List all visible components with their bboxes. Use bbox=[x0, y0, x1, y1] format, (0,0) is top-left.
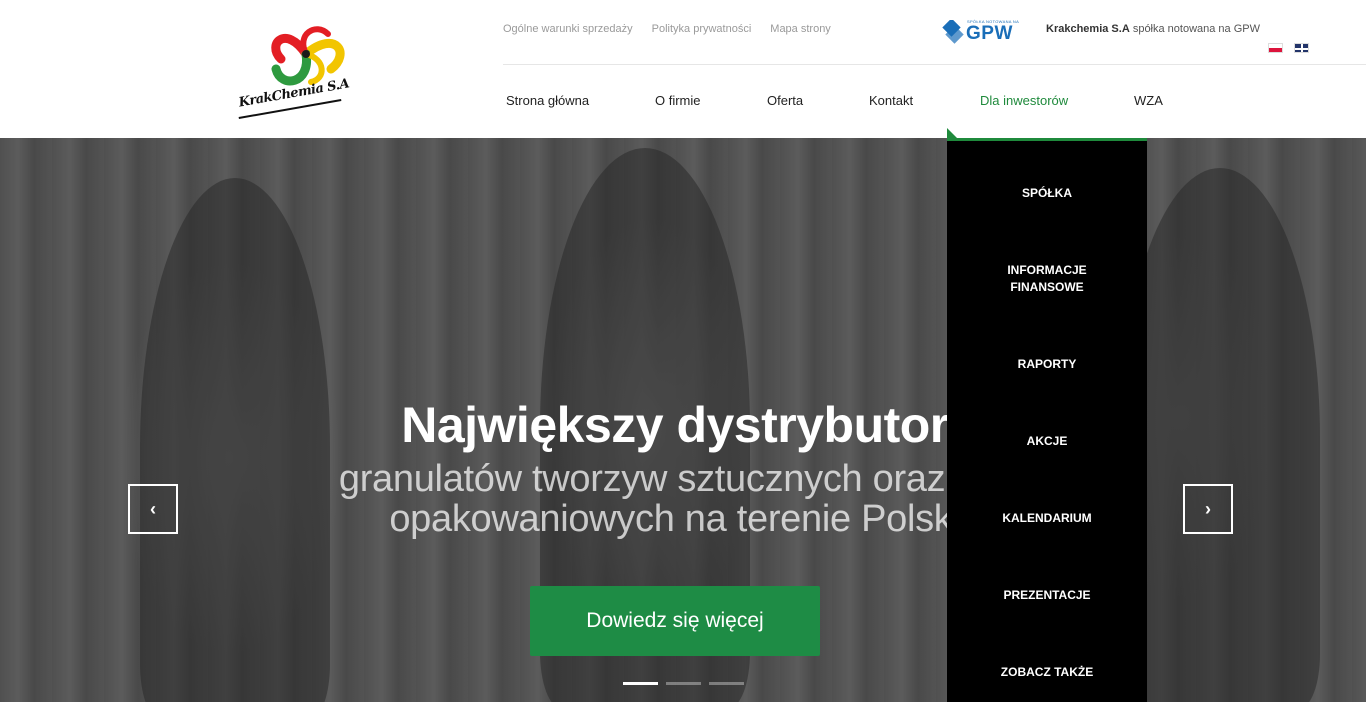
menu-item-see-also[interactable]: ZOBACZ TAKŻE bbox=[947, 664, 1147, 681]
slider-dot-3[interactable] bbox=[709, 682, 744, 685]
site-header: KrakChemia S.A Ogólne warunki sprzedaży … bbox=[0, 0, 1366, 138]
slider-dot-1[interactable] bbox=[623, 682, 658, 685]
nav-investors[interactable]: Dla inwestorów bbox=[980, 93, 1068, 108]
menu-item-shares[interactable]: AKCJE bbox=[947, 433, 1147, 450]
link-sitemap[interactable]: Mapa strony bbox=[770, 23, 831, 35]
listing-text: spółka notowana na GPW bbox=[1129, 23, 1261, 35]
company-name: Krakchemia S.A bbox=[1046, 23, 1130, 35]
nav-contact[interactable]: Kontakt bbox=[869, 93, 913, 108]
menu-item-reports[interactable]: RAPORTY bbox=[947, 356, 1147, 373]
hero-subtitle-line-2: opakowaniowych na terenie Polski bbox=[389, 498, 961, 540]
nav-about[interactable]: O firmie bbox=[655, 93, 701, 108]
dropdown-caret-icon bbox=[947, 128, 957, 138]
company-listing-note: Krakchemia S.A spółka notowana na GPW bbox=[1046, 23, 1260, 35]
menu-item-financial-info[interactable]: INFORMACJE FINANSOWE bbox=[947, 262, 1147, 296]
polish-flag-icon[interactable] bbox=[1268, 43, 1283, 53]
krakchemia-logo[interactable]: KrakChemia S.A bbox=[232, 14, 362, 124]
nav-home[interactable]: Strona główna bbox=[506, 93, 589, 108]
link-privacy-policy[interactable]: Polityka prywatności bbox=[652, 23, 752, 35]
header-divider bbox=[503, 64, 1366, 65]
english-flag-icon[interactable] bbox=[1294, 43, 1309, 53]
slider-prev-arrow-icon[interactable]: ‹ bbox=[128, 484, 178, 534]
gpw-badge[interactable]: SPÓŁKA NOTOWANA NA GPW bbox=[940, 18, 1020, 44]
gpw-logo-icon bbox=[942, 20, 964, 44]
nav-offer[interactable]: Oferta bbox=[767, 93, 803, 108]
nav-agm[interactable]: WZA bbox=[1134, 93, 1163, 108]
learn-more-button[interactable]: Dowiedz się więcej bbox=[530, 586, 820, 656]
slider-dot-2[interactable] bbox=[666, 682, 701, 685]
investors-dropdown-menu: SPÓŁKA INFORMACJE FINANSOWE RAPORTY AKCJ… bbox=[947, 138, 1147, 702]
menu-item-calendar[interactable]: KALENDARIUM bbox=[947, 510, 1147, 527]
top-links: Ogólne warunki sprzedaży Polityka prywat… bbox=[503, 23, 831, 35]
slider-pagination bbox=[623, 682, 744, 685]
gpw-label: GPW bbox=[966, 23, 1013, 44]
language-switcher bbox=[1268, 43, 1309, 53]
hero-subtitle-line-1: granulatów tworzyw sztucznych oraz folii bbox=[338, 458, 1012, 500]
hero-slider: Największy dystrybutor granulatów tworzy… bbox=[0, 138, 1366, 702]
hero-title: Największy dystrybutor bbox=[401, 397, 949, 453]
slider-next-arrow-icon[interactable]: › bbox=[1183, 484, 1233, 534]
menu-item-presentations[interactable]: PREZENTACJE bbox=[947, 587, 1147, 604]
menu-item-company[interactable]: SPÓŁKA bbox=[947, 185, 1147, 202]
link-terms-of-sale[interactable]: Ogólne warunki sprzedaży bbox=[503, 23, 633, 35]
